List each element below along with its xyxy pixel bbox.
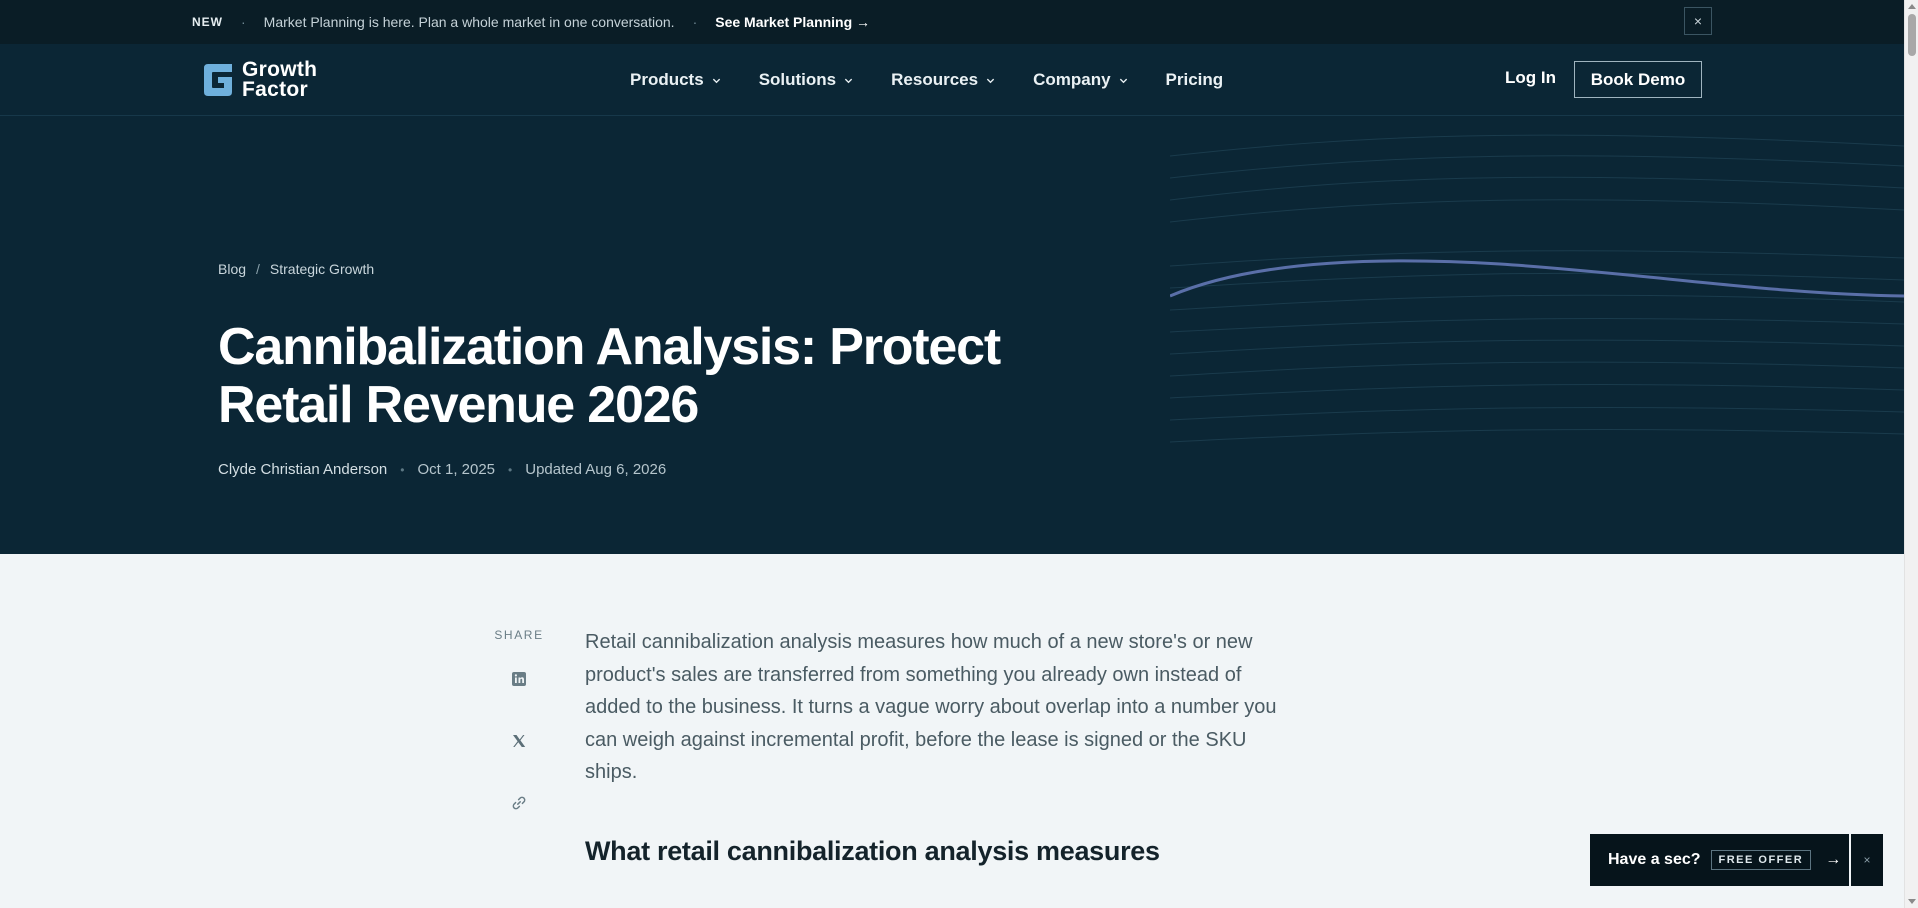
nav-item-resources[interactable]: Resources: [891, 70, 995, 90]
nav-item-company[interactable]: Company: [1033, 70, 1127, 90]
meta-separator: •: [508, 462, 513, 477]
nav-item-label: Solutions: [758, 70, 837, 89]
article-body: Retail cannibalization analysis measures…: [585, 626, 1295, 867]
chevron-down-icon: [1119, 78, 1127, 83]
free-offer-badge: FREE OFFER: [1710, 850, 1812, 870]
scroll-down-arrow-icon[interactable]: [1908, 899, 1916, 904]
logo-line-2: Factor: [242, 78, 308, 101]
nav-item-pricing[interactable]: Pricing: [1166, 70, 1224, 90]
scroll-up-arrow-icon[interactable]: [1908, 4, 1916, 9]
nav-item-label: Products: [630, 70, 704, 89]
log-in-link[interactable]: Log In: [1505, 68, 1556, 88]
see-market-planning-link[interactable]: See Market Planning →: [715, 14, 870, 30]
nav-item-solutions[interactable]: Solutions: [759, 70, 853, 90]
page-scrollbar[interactable]: [1904, 0, 1918, 908]
logo-line-1: Growth: [242, 58, 318, 81]
author-name[interactable]: Clyde Christian Anderson: [218, 461, 387, 478]
link-icon[interactable]: [510, 794, 528, 812]
chevron-down-icon: [712, 78, 720, 83]
arrow-right-icon: →: [1825, 851, 1842, 868]
free-offer-button[interactable]: Have a sec? FREE OFFER →: [1590, 834, 1849, 886]
share-rail: SHARE: [490, 628, 548, 812]
post-meta: Clyde Christian Anderson • Oct 1, 2025 •…: [218, 461, 666, 478]
logo-g-icon: [204, 64, 232, 96]
breadcrumb-blog-link[interactable]: Blog: [218, 261, 246, 277]
nav-item-label: Pricing: [1165, 70, 1224, 89]
chevron-down-icon: [845, 78, 853, 83]
article-intro: Retail cannibalization analysis measures…: [585, 631, 1277, 783]
announcement-content: NEW · Market Planning is here. Plan a wh…: [192, 0, 870, 44]
meta-separator: •: [400, 462, 405, 477]
main-nav: Growth Factor Products Solutions Resourc…: [0, 44, 1904, 116]
page-title: Cannibalization Analysis: Protect Retail…: [218, 318, 1001, 434]
offer-close-button[interactable]: ×: [1851, 834, 1883, 886]
announcement-message: Market Planning is here. Plan a whole ma…: [263, 14, 675, 30]
book-demo-button[interactable]: Book Demo: [1574, 61, 1702, 98]
scrollbar-thumb[interactable]: [1908, 14, 1916, 56]
breadcrumb: Blog / Strategic Growth: [218, 261, 374, 277]
growth-factor-logo[interactable]: Growth Factor: [200, 58, 318, 101]
linkedin-icon[interactable]: [510, 670, 528, 688]
share-label: SHARE: [494, 628, 544, 642]
offer-text: Have a sec?: [1608, 851, 1701, 868]
announcement-separator: ·: [241, 14, 246, 30]
x-icon[interactable]: [510, 732, 528, 750]
section-heading: What retail cannibalization analysis mea…: [585, 835, 1160, 866]
new-tag: NEW: [192, 15, 223, 29]
announcement-bar: NEW · Market Planning is here. Plan a wh…: [0, 0, 1904, 44]
decorative-waves: [1170, 134, 1904, 443]
announcement-separator: ·: [692, 14, 698, 30]
publish-date: Oct 1, 2025: [417, 461, 496, 478]
nav-links: Products Solutions Resources Company Pri…: [630, 44, 1261, 116]
logo-wordmark: Growth Factor: [242, 58, 318, 101]
nav-item-products[interactable]: Products: [630, 70, 721, 90]
announcement-close-button[interactable]: ×: [1684, 7, 1712, 35]
chevron-down-icon: [986, 78, 995, 83]
article-hero: Blog / Strategic Growth Cannibalization …: [0, 116, 1904, 554]
updated-date: Updated Aug 6, 2026: [525, 461, 667, 478]
breadcrumb-category-link[interactable]: Strategic Growth: [270, 261, 374, 277]
nav-item-label: Resources: [891, 70, 979, 89]
breadcrumb-separator: /: [256, 261, 260, 277]
nav-item-label: Company: [1033, 70, 1111, 89]
